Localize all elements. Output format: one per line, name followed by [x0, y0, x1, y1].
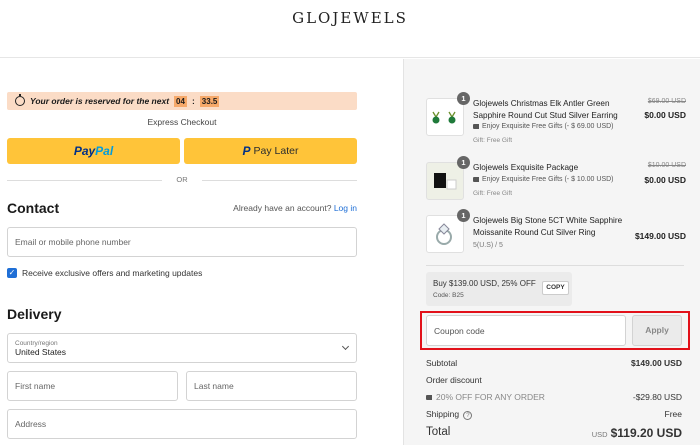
email-field[interactable]: Email or mobile phone number [7, 227, 357, 257]
country-label: Country/region [15, 339, 58, 347]
checkbox-checked-icon[interactable]: ✓ [7, 268, 17, 278]
order-summary-column: 1 Glojewels Christmas Elk Antler Green S… [403, 59, 700, 445]
cart-item: 1 Glojewels Big Stone 5CT White Sapphire… [426, 209, 686, 255]
item-variant: 5(U.S) / 5 [473, 242, 503, 249]
address-placeholder: Address [15, 419, 47, 429]
chevron-down-icon [341, 342, 350, 351]
address-field[interactable]: Address [7, 409, 357, 439]
product-thumbnail [426, 162, 464, 200]
package-image-icon [434, 173, 457, 190]
offers-checkbox-row[interactable]: ✓ Receive exclusive offers and marketing… [7, 268, 202, 278]
quantity-badge: 1 [457, 92, 470, 105]
order-discount-label: Order discount [426, 375, 482, 385]
cart-item: 1 Glojewels Exquisite Package Enjoy Exqu… [426, 156, 686, 208]
coupon-code-input[interactable]: Coupon code [426, 315, 626, 346]
tag-icon [473, 124, 479, 129]
offer-card: Buy $139.00 USD, 25% OFF Code: B25 COPY [426, 272, 572, 306]
delivery-heading: Delivery [7, 306, 62, 322]
order-discount-row: Order discount [426, 375, 682, 385]
paypal-button[interactable]: Pay Pal [7, 138, 180, 164]
quantity-badge: 1 [457, 156, 470, 169]
item-original-price: $10.00 USD [647, 162, 686, 169]
offers-label: Receive exclusive offers and marketing u… [22, 268, 203, 278]
offer-text: Buy $139.00 USD, 25% OFF [433, 279, 536, 288]
or-divider: OR [7, 175, 357, 185]
total-value: $119.20 USD [610, 426, 682, 440]
country-select[interactable]: Country/region United States [7, 333, 357, 363]
tag-icon [473, 177, 479, 182]
brand-logo[interactable]: GLOJEWELS [0, 9, 700, 27]
earring-image-icon [432, 111, 456, 124]
divider-line-right [202, 180, 357, 181]
item-discount: Enjoy Exquisite Free Gifts (- $ 10.00 US… [473, 176, 614, 183]
pay-later-button[interactable]: P Pay Later [184, 138, 357, 164]
first-name-placeholder: First name [15, 381, 56, 391]
email-placeholder: Email or mobile phone number [15, 237, 131, 247]
subtotal-row: Subtotal $149.00 USD [426, 358, 682, 368]
total-row: Total USD $119.20 USD [426, 426, 682, 440]
country-value: United States [15, 346, 67, 357]
item-gift: Gift: Free Gift [473, 190, 513, 197]
ring-image-icon [436, 223, 452, 245]
quantity-badge: 1 [457, 209, 470, 222]
help-icon[interactable]: ? [463, 411, 473, 420]
express-checkout-label: Express Checkout [147, 117, 217, 127]
total-label: Total [426, 426, 451, 438]
item-discount: Enjoy Exquisite Free Gifts (- $ 69.00 US… [473, 123, 614, 130]
item-discount-text: Enjoy Exquisite Free Gifts (- $ 69.00 US… [482, 123, 614, 130]
contact-heading: Contact [7, 200, 60, 216]
checkout-form-column: Your order is reserved for the next 04 :… [0, 59, 403, 445]
discount-name: 20% OFF FOR ANY ORDER [436, 392, 545, 402]
last-name-placeholder: Last name [194, 381, 234, 391]
last-name-field[interactable]: Last name [186, 371, 357, 401]
subtotal-label: Subtotal [426, 358, 458, 368]
discount-value: -$29.80 USD [632, 392, 682, 402]
paypal-p-icon: P [242, 144, 251, 158]
shipping-row: Shipping ? Free [426, 409, 682, 420]
item-name: Glojewels Big Stone 5CT White Sapphire M… [473, 216, 623, 237]
reservation-text: Your order is reserved for the next [30, 96, 170, 106]
discount-detail-row: 20% OFF FOR ANY ORDER -$29.80 USD [426, 392, 682, 402]
item-gift: Gift: Free Gift [473, 137, 513, 144]
item-name: Glojewels Exquisite Package [473, 163, 579, 172]
subtotal-value: $149.00 USD [630, 358, 682, 368]
reservation-banner: Your order is reserved for the next 04 :… [7, 92, 357, 110]
paypal-logo-part2: Pal [95, 144, 114, 158]
product-thumbnail [426, 98, 464, 136]
item-name: Glojewels Christmas Elk Antler Green Sap… [473, 99, 618, 120]
item-price: $0.00 USD [644, 110, 686, 120]
have-account-text: Already have an account? Log in [233, 203, 357, 213]
pay-later-label: Pay Later [253, 145, 299, 157]
shipping-value: Free [664, 409, 682, 419]
item-price: $0.00 USD [644, 175, 686, 185]
tag-icon [426, 395, 432, 400]
timer-seconds: 33.5 [199, 95, 220, 107]
stopwatch-icon [15, 94, 25, 106]
total-currency: USD [591, 430, 608, 439]
item-price: $149.00 USD [634, 231, 686, 241]
item-original-price: $69.00 USD [647, 98, 686, 105]
timer-separator: : [191, 96, 195, 106]
login-link[interactable]: Log in [334, 203, 357, 213]
first-name-field[interactable]: First name [7, 371, 178, 401]
timer-minutes: 04 [174, 95, 187, 107]
have-account-label: Already have an account? [233, 203, 332, 213]
total-amount: USD $119.20 USD [592, 426, 682, 440]
copy-code-button[interactable]: COPY [542, 281, 569, 295]
shipping-label: Shipping [426, 409, 460, 419]
apply-coupon-button[interactable]: Apply [632, 315, 682, 346]
site-header: GLOJEWELS [0, 0, 700, 58]
product-thumbnail [426, 215, 464, 253]
paypal-logo-part1: Pay [73, 144, 96, 158]
coupon-placeholder: Coupon code [434, 325, 485, 336]
offer-code: Code: B25 [433, 292, 464, 299]
summary-divider [426, 265, 684, 266]
cart-item: 1 Glojewels Christmas Elk Antler Green S… [426, 92, 686, 150]
item-discount-text: Enjoy Exquisite Free Gifts (- $ 10.00 US… [482, 176, 614, 183]
